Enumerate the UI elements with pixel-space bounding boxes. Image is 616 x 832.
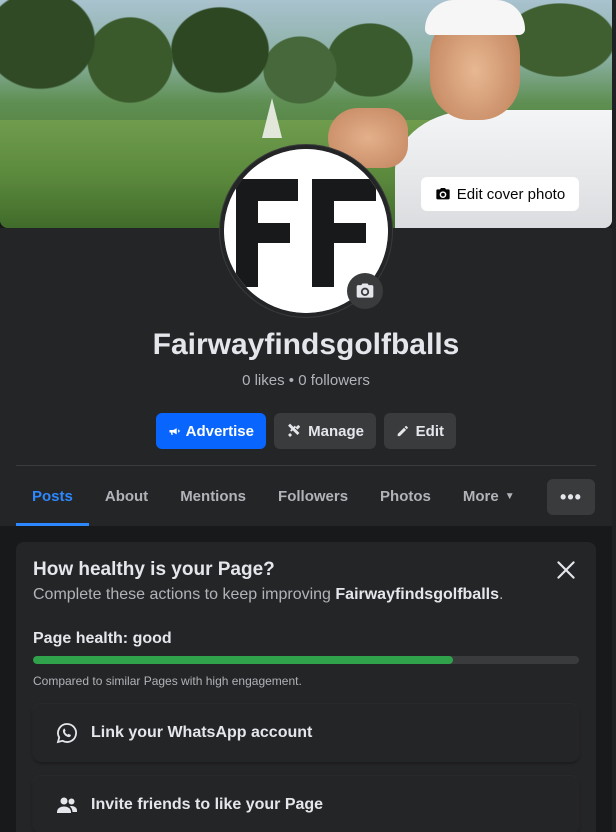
tab-label: Photos [380,487,431,505]
update-profile-picture-button[interactable] [347,273,383,309]
caret-down-icon: ▼ [504,490,515,502]
cover-flag [262,98,282,138]
tab-posts[interactable]: Posts [16,466,89,526]
ellipsis-icon: ••• [560,486,582,507]
manage-button[interactable]: Manage [274,413,376,449]
page-stats: 0 likes • 0 followers [242,372,370,389]
subtitle-prefix: Complete these actions to keep improving [33,586,336,603]
card-title: How healthy is your Page? [33,559,275,580]
camera-icon [436,188,450,200]
card-subtitle: Complete these actions to keep improving… [33,586,503,604]
page-tabs: Posts About Mentions Followers Photos Mo… [16,466,531,526]
tab-more[interactable]: More ▼ [447,466,531,526]
task-label: Invite friends to like your Page [91,796,324,813]
edit-cover-label: Edit cover photo [456,185,566,203]
tab-label: About [104,487,149,505]
page-title: Fairwayfindsgolfballs [152,328,460,361]
more-options-button[interactable]: ••• [547,479,595,515]
page-actions: Advertise Manage Edit [0,413,612,449]
pencil-icon [397,425,408,437]
megaphone-icon [169,428,180,435]
advertise-button[interactable]: Advertise [156,413,266,449]
tab-label: Followers [278,487,349,505]
subtitle-page-name: Fairwayfindsgolfballs [335,586,499,603]
page-health-bar-fill [33,656,454,664]
advertise-label: Advertise [185,422,254,440]
edit-button[interactable]: Edit [384,413,456,449]
page-health-bar [33,656,579,664]
tab-photos[interactable]: Photos [364,466,447,526]
tools-icon [288,423,301,438]
task-invite-friends[interactable]: Invite friends to like your Page [33,776,579,832]
tab-about[interactable]: About [89,466,164,526]
health-compare-text: Compared to similar Pages with high enga… [33,674,302,688]
tab-followers[interactable]: Followers [262,466,364,526]
cover-golfer-cap [425,0,525,35]
tab-mentions[interactable]: Mentions [164,466,262,526]
manage-label: Manage [308,422,364,440]
edit-cover-photo-button[interactable]: Edit cover photo [421,177,579,211]
page-health-label: Page health: good [33,630,172,647]
page-health-card: How healthy is your Page? Complete these… [16,542,596,832]
subtitle-suffix: . [498,586,504,603]
close-icon[interactable] [553,557,579,583]
camera-icon [356,283,374,298]
edit-label: Edit [415,422,444,440]
whatsapp-icon [56,723,77,744]
tab-label: Posts [32,487,73,505]
window-scroll-edge [612,0,616,832]
task-link-whatsapp[interactable]: Link your WhatsApp account [33,704,579,762]
task-label: Link your WhatsApp account [91,724,313,741]
friends-icon [57,797,77,813]
tab-label: More [462,487,499,505]
tab-label: Mentions [180,487,247,505]
